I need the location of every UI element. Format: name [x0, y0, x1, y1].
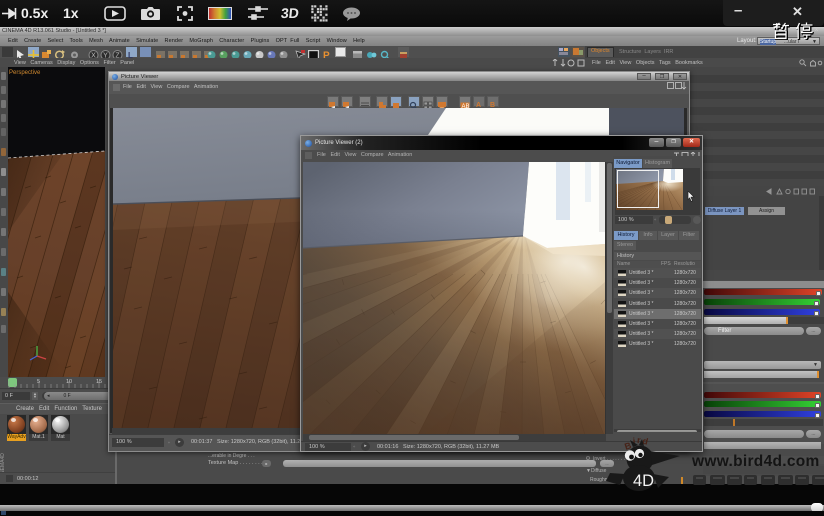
svg-text:10: 10: [66, 379, 72, 385]
svg-text:5: 5: [37, 379, 40, 385]
svg-text:15: 15: [96, 379, 102, 385]
